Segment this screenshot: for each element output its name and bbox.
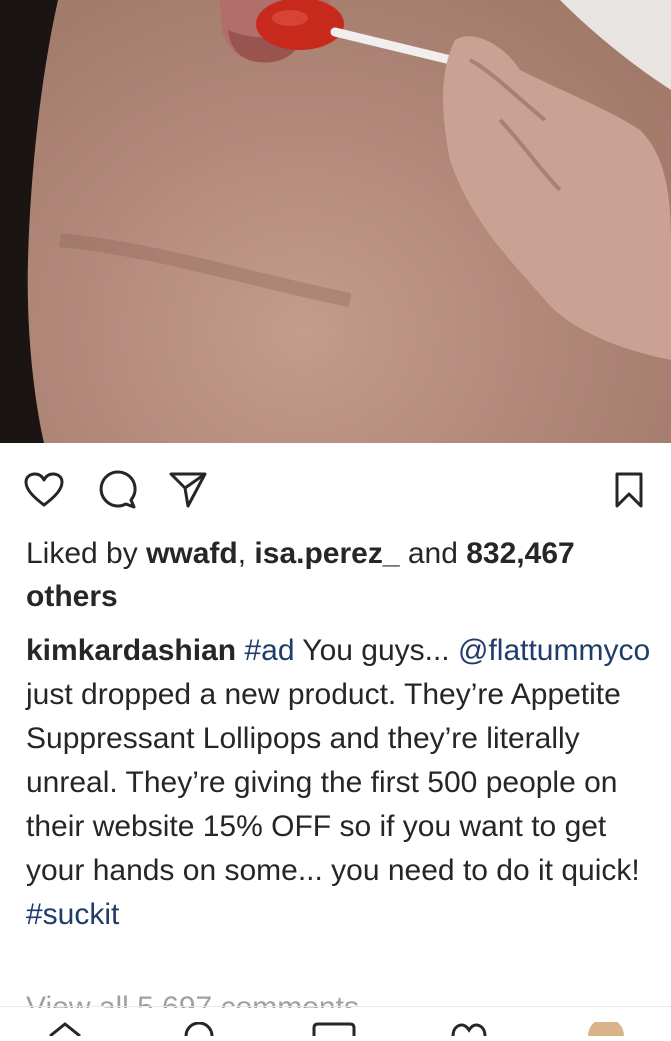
heart-icon — [24, 472, 64, 507]
search-icon — [184, 1021, 214, 1037]
comment-button[interactable] — [94, 462, 142, 518]
likes-and: and — [399, 537, 467, 570]
hashtag-link[interactable]: #ad — [244, 634, 294, 667]
action-bar — [0, 462, 671, 518]
post-caption: kimkardashian #ad You guys... @flattummy… — [26, 629, 656, 937]
post-image[interactable] — [0, 0, 671, 443]
avatar — [588, 1018, 624, 1036]
liker-username[interactable]: wwafd — [146, 537, 238, 570]
profile-tab[interactable] — [586, 1018, 626, 1041]
caption-username[interactable]: kimkardashian — [26, 634, 236, 667]
mention-link[interactable]: @flattummyco — [458, 634, 650, 667]
activity-tab[interactable] — [450, 1022, 488, 1041]
like-button[interactable] — [18, 462, 70, 518]
add-post-tab[interactable] — [312, 1022, 356, 1041]
share-button[interactable] — [164, 462, 212, 518]
home-tab[interactable] — [48, 1022, 82, 1041]
bookmark-icon — [615, 472, 643, 508]
view-all-comments-link[interactable]: View all 5,697 comments — [26, 988, 646, 1008]
likes-prefix: Liked by — [26, 537, 147, 570]
heart-icon — [451, 1023, 487, 1037]
caption-text: just dropped a new product. They’re Appe… — [26, 678, 640, 887]
send-icon — [169, 472, 207, 508]
likes-separator: , — [237, 537, 255, 570]
save-button[interactable] — [604, 462, 654, 518]
comment-icon — [99, 470, 137, 509]
home-icon — [49, 1022, 81, 1038]
tab-bar-divider — [0, 1006, 671, 1007]
post-image-art — [0, 0, 671, 443]
likes-summary: Liked by wwafd, isa.perez_ and 832,467 o… — [26, 532, 646, 618]
search-tab[interactable] — [182, 1021, 216, 1041]
hashtag-link[interactable]: #suckit — [26, 898, 119, 931]
liker-username[interactable]: isa.perez_ — [254, 537, 399, 570]
caption-text: You guys... — [294, 634, 458, 667]
add-post-icon — [312, 1022, 356, 1036]
